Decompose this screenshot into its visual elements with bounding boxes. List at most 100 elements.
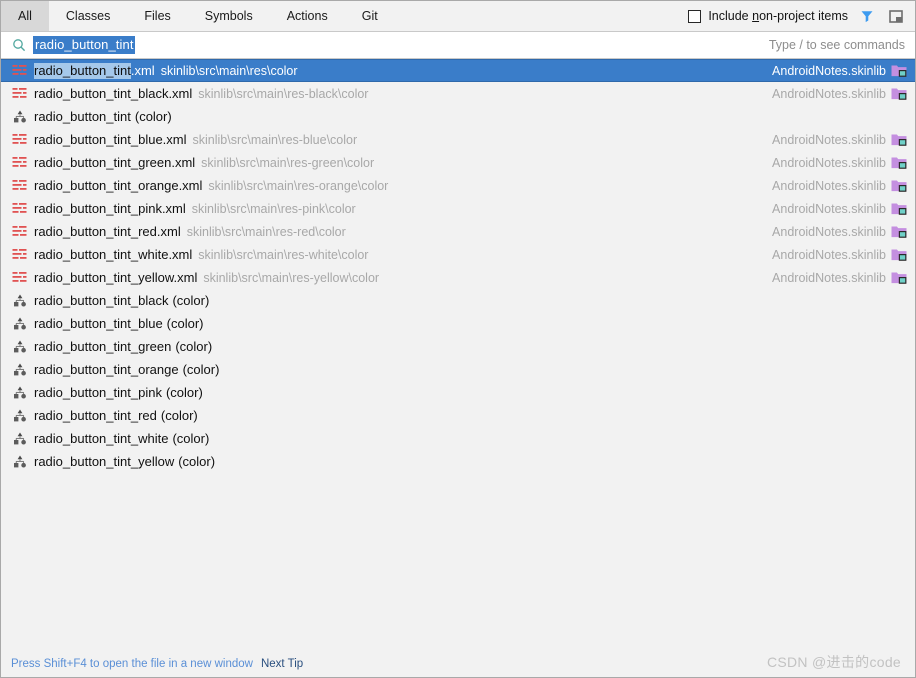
result-name: radio_button_tint_orange.xml <box>34 178 202 193</box>
result-name-rest: _white <box>130 431 169 446</box>
xml-file-icon <box>11 63 28 79</box>
result-type-suffix: (color) <box>178 454 216 469</box>
result-name: radio_button_tint_black <box>34 293 168 308</box>
tab-label: All <box>18 9 32 23</box>
result-path: skinlib\src\main\res-orange\color <box>208 178 389 193</box>
matched-text: radio_button_tint <box>34 362 131 377</box>
module-folder-icon <box>891 271 907 285</box>
result-module-group: AndroidNotes.skinlib <box>772 202 907 216</box>
result-module-name: AndroidNotes.skinlib <box>772 155 886 170</box>
color-symbol-icon <box>11 385 28 401</box>
result-row[interactable]: radio_button_tint_white.xml skinlib\src\m… <box>1 243 915 266</box>
result-row[interactable]: radio_button_tint.xml skinlib\src\main\re… <box>1 59 915 82</box>
open-in-window-icon[interactable] <box>886 6 906 26</box>
result-row[interactable]: radio_button_tint_green (color) <box>1 335 915 358</box>
module-folder-icon <box>891 179 907 193</box>
footer-tip-text: Press Shift+F4 to open the file in a new… <box>11 658 253 670</box>
next-tip-link[interactable]: Next Tip <box>261 658 303 670</box>
result-name: radio_button_tint_orange <box>34 362 179 377</box>
result-row[interactable]: radio_button_tint_black (color) <box>1 289 915 312</box>
tab-all[interactable]: All <box>1 1 49 31</box>
tab-actions[interactable]: Actions <box>270 1 345 31</box>
result-row[interactable]: radio_button_tint_red (color) <box>1 404 915 427</box>
search-input[interactable]: radio_button_tint <box>33 36 135 54</box>
result-path: skinlib\src\main\res-pink\color <box>191 201 356 216</box>
color-symbol-icon <box>11 293 28 309</box>
tab-label: Git <box>361 9 378 23</box>
result-name: radio_button_tint_blue <box>34 316 163 331</box>
xml-file-icon <box>11 155 28 171</box>
matched-text: radio_button_tint <box>34 408 131 423</box>
result-module-name: AndroidNotes.skinlib <box>772 201 886 216</box>
checkbox-box[interactable] <box>688 9 702 23</box>
result-row[interactable]: radio_button_tint_black.xml skinlib\src\m… <box>1 82 915 105</box>
result-row[interactable]: radio_button_tint_yellow (color) <box>1 450 915 473</box>
result-type-suffix: (color) <box>134 109 172 124</box>
result-name: radio_button_tint_pink.xml <box>34 201 186 216</box>
result-name: radio_button_tint <box>34 109 131 124</box>
result-path: skinlib\src\main\res-blue\color <box>192 132 358 147</box>
result-name-rest: _blue <box>130 316 163 331</box>
result-module-group: AndroidNotes.skinlib <box>772 248 907 262</box>
module-folder-icon <box>891 225 907 239</box>
matched-text: radio_button_tint <box>34 109 131 124</box>
result-name: radio_button_tint_red <box>34 408 157 423</box>
result-name-rest: _pink <box>130 385 162 400</box>
result-module-group: AndroidNotes.skinlib <box>772 156 907 170</box>
color-symbol-icon <box>11 431 28 447</box>
result-name: radio_button_tint_pink <box>34 385 162 400</box>
result-type-suffix: (color) <box>172 431 210 446</box>
result-row[interactable]: radio_button_tint_blue.xml skinlib\src\ma… <box>1 128 915 151</box>
result-name: radio_button_tint_green.xml <box>34 155 195 170</box>
result-row[interactable]: radio_button_tint_blue (color) <box>1 312 915 335</box>
matched-text: radio_button_tint <box>34 247 131 262</box>
xml-file-icon <box>11 201 28 217</box>
result-row[interactable]: radio_button_tint_red.xml skinlib\src\mai… <box>1 220 915 243</box>
result-row[interactable]: radio_button_tint_white (color) <box>1 427 915 450</box>
xml-file-icon <box>11 86 28 102</box>
tab-git[interactable]: Git <box>345 1 395 31</box>
result-row[interactable]: radio_button_tint_green.xml skinlib\src\m… <box>1 151 915 174</box>
tab-bar-actions: Include non-project items <box>688 1 915 31</box>
result-name: radio_button_tint_black.xml <box>34 86 192 101</box>
result-module-name: AndroidNotes.skinlib <box>772 132 886 147</box>
matched-text: radio_button_tint <box>34 454 131 469</box>
result-module-group: AndroidNotes.skinlib <box>772 225 907 239</box>
result-row[interactable]: radio_button_tint_pink.xml skinlib\src\ma… <box>1 197 915 220</box>
result-module-name: AndroidNotes.skinlib <box>772 224 886 239</box>
matched-text: radio_button_tint <box>34 178 131 193</box>
result-name-rest: _yellow.xml <box>130 270 198 285</box>
matched-text: radio_button_tint <box>34 339 131 354</box>
filter-funnel-icon[interactable] <box>857 6 877 26</box>
tab-label: Symbols <box>204 9 253 23</box>
matched-text: radio_button_tint <box>34 224 131 239</box>
matched-text: radio_button_tint <box>34 201 131 216</box>
result-type-suffix: (color) <box>175 339 213 354</box>
tab-label: Files <box>144 9 171 23</box>
color-symbol-icon <box>11 362 28 378</box>
tab-symbols[interactable]: Symbols <box>188 1 270 31</box>
search-bar[interactable]: radio_button_tint Type / to see commands <box>1 32 915 59</box>
result-row[interactable]: radio_button_tint_pink (color) <box>1 381 915 404</box>
search-commands-hint: Type / to see commands <box>768 38 905 52</box>
result-row[interactable]: radio_button_tint (color) <box>1 105 915 128</box>
result-name-rest: _red.xml <box>130 224 181 239</box>
result-type-suffix: (color) <box>166 316 204 331</box>
result-row[interactable]: radio_button_tint_yellow.xml skinlib\src\… <box>1 266 915 289</box>
result-name: radio_button_tint_white <box>34 431 168 446</box>
tab-label: Actions <box>286 9 328 23</box>
include-non-project-items-checkbox[interactable]: Include non-project items <box>688 9 848 23</box>
result-module-name: AndroidNotes.skinlib <box>772 247 886 262</box>
result-path: skinlib\src\main\res-black\color <box>198 86 369 101</box>
result-row[interactable]: radio_button_tint_orange (color) <box>1 358 915 381</box>
xml-file-icon <box>11 247 28 263</box>
result-row[interactable]: radio_button_tint_orange.xml skinlib\src\… <box>1 174 915 197</box>
matched-text: radio_button_tint <box>34 270 131 285</box>
matched-text: radio_button_tint <box>34 86 131 101</box>
search-results-list[interactable]: radio_button_tint.xml skinlib\src\main\re… <box>1 59 915 651</box>
tab-classes[interactable]: Classes <box>49 1 127 31</box>
result-module-group: AndroidNotes.skinlib <box>772 271 907 285</box>
module-folder-icon <box>891 202 907 216</box>
result-name-rest: _black <box>130 293 169 308</box>
tab-files[interactable]: Files <box>127 1 187 31</box>
